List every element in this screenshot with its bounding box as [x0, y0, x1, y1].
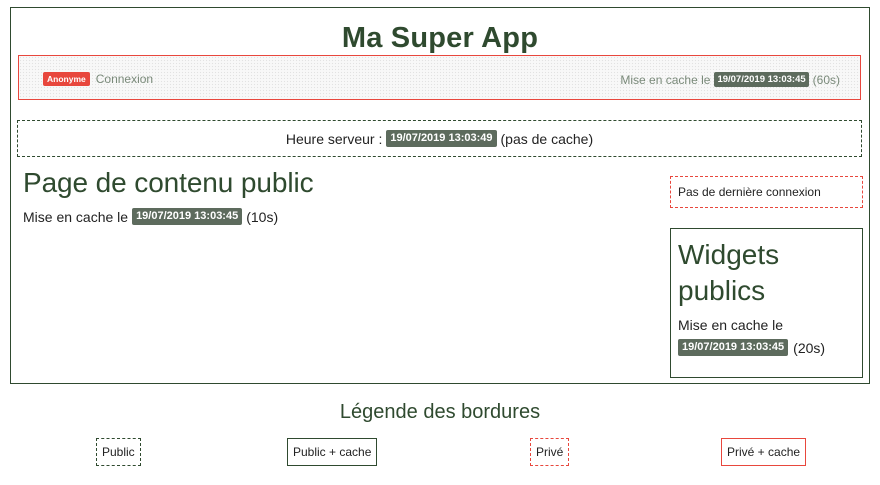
server-time-label: Heure serveur : — [285, 130, 383, 147]
widgets-cache-timestamp: 19/07/2019 13:03:45 — [678, 339, 789, 356]
page-heading: Page de contenu public — [23, 167, 314, 198]
widgets-box: Widgets publics Mise en cache le 19/07/2… — [670, 228, 863, 378]
widgets-cache-info: 19/07/2019 13:03:45 (20s) — [678, 339, 855, 356]
legend-title: Légende des bordures — [339, 401, 541, 423]
page-cache-prefix: Mise en cache le — [23, 208, 129, 225]
login-link[interactable]: Connexion — [96, 72, 153, 86]
page-cache-info: Mise en cache le 19/07/2019 13:03:45 (10… — [23, 208, 278, 225]
legend-public: Public — [96, 438, 141, 466]
legend-private-cache: Privé + cache — [721, 438, 807, 466]
page-cache-duration: (10s) — [246, 208, 279, 225]
server-timestamp: 19/07/2019 13:03:49 — [386, 130, 497, 147]
widgets-cache-duration: (20s) — [793, 339, 826, 356]
legend-public-cache: Public + cache — [287, 438, 378, 466]
header-cache-timestamp: 19/07/2019 13:03:45 — [714, 72, 809, 87]
header-cache-duration: (60s) — [812, 72, 840, 87]
header-user-section: Anonyme Connexion — [43, 72, 153, 86]
server-time-bar: Heure serveur : 19/07/2019 13:03:49 (pas… — [17, 120, 862, 157]
last-login-text: Pas de dernière connexion — [678, 185, 821, 199]
header-bar: Anonyme Connexion Mise en cache le 19/07… — [18, 55, 861, 100]
header-cache-prefix: Mise en cache le — [620, 72, 711, 87]
widgets-cache-prefix: Mise en cache le — [678, 317, 784, 333]
page-cache-timestamp: 19/07/2019 13:03:45 — [132, 208, 243, 225]
header-cache-info: Mise en cache le 19/07/2019 13:03:45 (60… — [620, 72, 840, 87]
server-cache-note: (pas de cache) — [500, 130, 594, 147]
anonymous-badge: Anonyme — [43, 72, 90, 86]
last-login-box: Pas de dernière connexion — [670, 176, 863, 208]
legend-private: Privé — [530, 438, 570, 466]
widgets-title: Widgets publics — [678, 239, 780, 306]
app-frame: Ma Super App Anonyme Connexion Mise en c… — [10, 7, 870, 384]
app-title: Ma Super App — [341, 22, 539, 54]
